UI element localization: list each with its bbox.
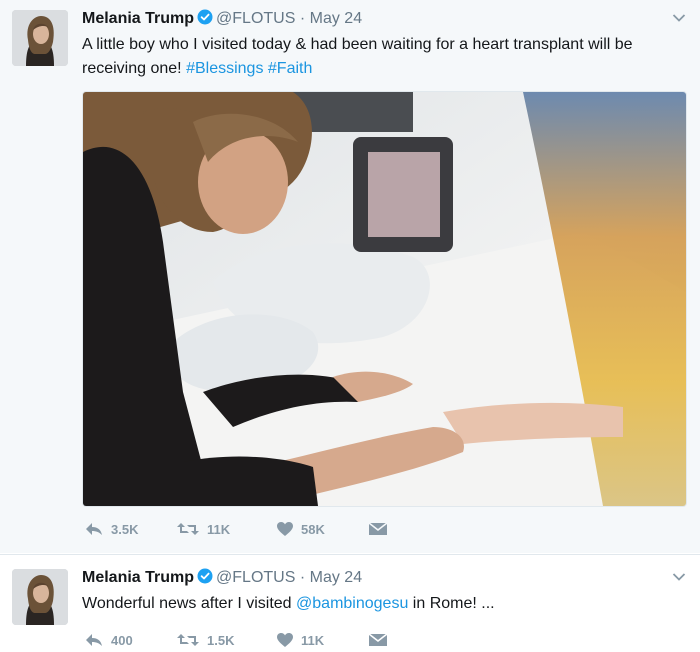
reply-button[interactable]: 3.5K (84, 519, 138, 539)
direct-message-button[interactable] (368, 519, 388, 539)
separator-dot: · (299, 10, 306, 27)
avatar-image (12, 569, 68, 625)
user-handle[interactable]: @FLOTUS (216, 10, 295, 27)
like-button[interactable]: 11K (276, 630, 324, 650)
retweet-button[interactable]: 11K (176, 519, 230, 539)
mention-link[interactable]: @bambinogesu (296, 595, 408, 612)
heart-icon (277, 633, 293, 647)
direct-message-button[interactable] (368, 630, 388, 650)
retweet-icon (177, 634, 199, 646)
tweet-date[interactable]: May 24 (310, 569, 362, 586)
tweet-header: Melania Trump @FLOTUS · May 24 (82, 568, 362, 590)
tweet-1[interactable]: Melania Trump @FLOTUS · May 24 A little b… (0, 0, 700, 553)
direct-message-icon (368, 633, 388, 646)
tweet-2[interactable]: Melania Trump @FLOTUS · May 24 Wonderful … (0, 554, 700, 652)
tweet-text-body: A little boy who I visited today & had b… (82, 36, 633, 77)
heart-icon (277, 522, 293, 536)
retweet-count: 1.5K (207, 632, 235, 648)
tweet-text: Wonderful news after I visited @bambinog… (82, 592, 682, 616)
chevron-down-icon[interactable] (672, 10, 686, 28)
direct-message-icon (368, 522, 388, 535)
tweet-photo[interactable] (82, 91, 687, 507)
display-name[interactable]: Melania Trump (82, 10, 194, 27)
like-count: 58K (301, 521, 325, 537)
reply-count: 400 (111, 632, 133, 648)
user-handle[interactable]: @FLOTUS (216, 569, 295, 586)
avatar-image (12, 10, 68, 66)
chevron-down-icon[interactable] (672, 569, 686, 587)
retweet-icon (177, 523, 199, 535)
reply-button[interactable]: 400 (84, 630, 133, 650)
like-button[interactable]: 58K (276, 519, 325, 539)
like-count: 11K (301, 632, 325, 648)
retweet-count: 11K (207, 521, 231, 537)
tweet-date[interactable]: May 24 (310, 10, 362, 27)
reply-icon (86, 523, 102, 535)
tweet-header: Melania Trump @FLOTUS · May 24 (82, 9, 362, 31)
tweet-text-end: in Rome! ... (408, 595, 495, 612)
tweet-text-body: Wonderful news after I visited (82, 595, 297, 612)
avatar[interactable] (12, 569, 68, 625)
avatar[interactable] (12, 10, 68, 66)
display-name[interactable]: Melania Trump (82, 569, 194, 586)
verified-badge-icon (197, 568, 213, 590)
hashtag-link[interactable]: #Faith (268, 60, 312, 77)
reply-icon (86, 634, 102, 646)
reply-count: 3.5K (111, 521, 139, 537)
tweet-text: A little boy who I visited today & had b… (82, 33, 682, 81)
verified-badge-icon (197, 9, 213, 31)
retweet-button[interactable]: 1.5K (176, 630, 234, 650)
hashtag-link[interactable]: #Blessings (186, 60, 263, 77)
separator-dot: · (299, 569, 306, 586)
photo-image (83, 92, 686, 506)
